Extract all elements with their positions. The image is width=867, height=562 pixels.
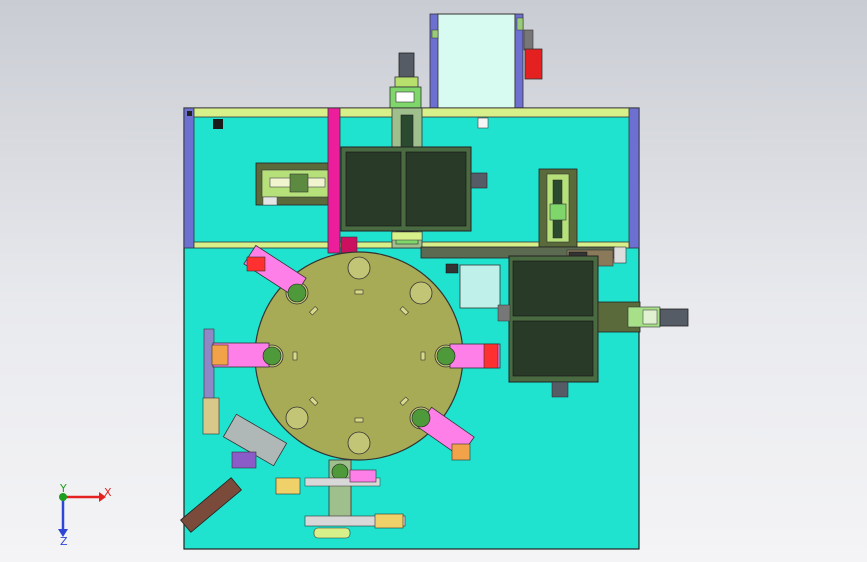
z-axis-label: Z: [60, 535, 68, 548]
top-infeed-module[interactable]: [429, 13, 543, 109]
red-block: [524, 48, 543, 80]
right-side-motor[interactable]: [597, 301, 689, 333]
top-motor[interactable]: [389, 52, 422, 110]
cad-viewport[interactable]: X Z Y: [0, 0, 867, 562]
coordinate-triad: X Z Y: [58, 482, 112, 548]
y-axis-label: Y: [59, 482, 67, 495]
x-axis-label: X: [104, 486, 112, 499]
left-linear-module[interactable]: [255, 162, 337, 206]
right-linear-module[interactable]: [538, 168, 578, 248]
upper-tray-pair[interactable]: [340, 146, 488, 241]
station-right[interactable]: [436, 343, 501, 369]
